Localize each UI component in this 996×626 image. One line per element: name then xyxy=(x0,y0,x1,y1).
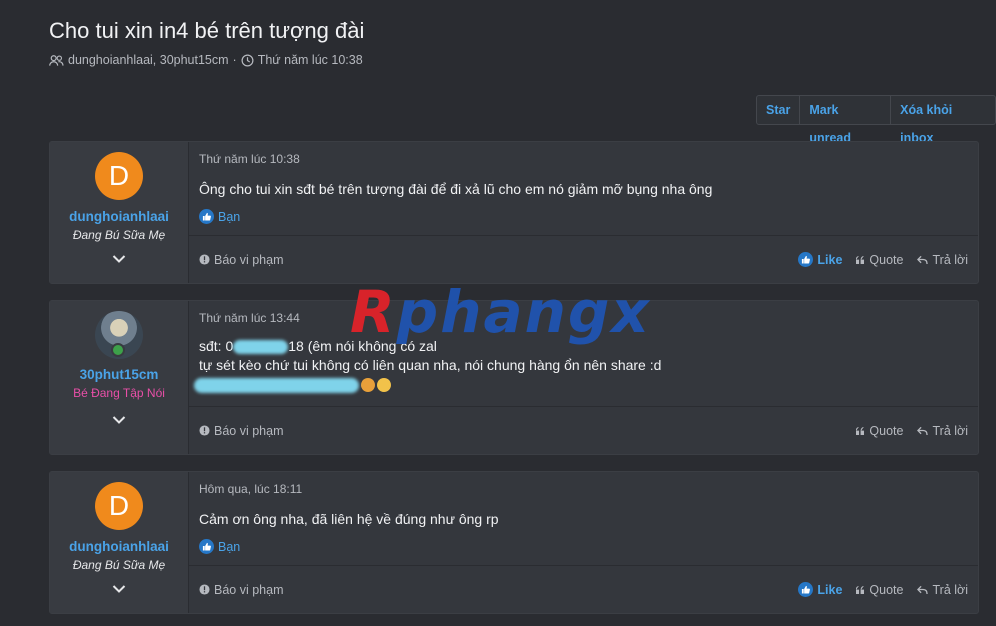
alert-icon xyxy=(199,584,210,595)
message-line-suffix: 18 (êm nói không có zal xyxy=(288,338,437,354)
avatar[interactable] xyxy=(95,311,143,359)
message-text: Ông cho tui xin sđt bé trên tượng đài để… xyxy=(199,181,713,197)
user-title: Đang Bú Sữa Mẹ xyxy=(72,558,166,572)
quote-icon xyxy=(856,426,865,435)
reaction-users[interactable]: Bạn xyxy=(218,210,240,224)
message-footer: Báo vi phạm Like Quote Trả lời xyxy=(189,565,978,613)
message: D dunghoianhlaai Đang Bú Sữa Mẹ Thứ năm … xyxy=(49,141,979,284)
star-button[interactable]: Star xyxy=(757,96,799,124)
thread-actions: Star Mark unread Xóa khỏi inbox xyxy=(756,95,996,145)
avatar[interactable]: D xyxy=(95,482,143,530)
reply-button[interactable]: Trả lời xyxy=(917,424,968,438)
message-footer: Báo vi phạm Like Quote Trả lời xyxy=(189,235,978,283)
like-button[interactable]: Like xyxy=(798,582,842,597)
like-icon xyxy=(798,252,814,267)
clock-icon xyxy=(241,54,254,66)
alert-icon xyxy=(199,254,210,265)
message-date[interactable]: Thứ năm lúc 10:38 xyxy=(199,152,968,166)
avatar[interactable]: D xyxy=(95,152,143,200)
like-label[interactable]: Like xyxy=(817,253,842,267)
username[interactable]: 30phut15cm xyxy=(80,367,159,382)
reaction-bar[interactable]: Bạn xyxy=(199,209,968,224)
reaction-bar[interactable]: Bạn xyxy=(199,539,968,554)
message-date[interactable]: Hôm qua, lúc 18:11 xyxy=(199,482,968,496)
quote-label[interactable]: Quote xyxy=(869,253,903,267)
report-link[interactable]: Báo vi phạm xyxy=(199,583,283,597)
report-link[interactable]: Báo vi phạm xyxy=(199,424,283,438)
message-footer: Báo vi phạm Quote Trả lời xyxy=(189,406,978,454)
quote-button[interactable]: Quote xyxy=(856,583,903,597)
chevron-down-icon[interactable] xyxy=(112,254,126,264)
quote-icon xyxy=(856,255,865,264)
quote-button[interactable]: Quote xyxy=(856,253,903,267)
emoji-icon xyxy=(361,378,375,393)
username[interactable]: dunghoianhlaai xyxy=(69,539,169,554)
thread-date: Thứ năm lúc 10:38 xyxy=(257,53,363,67)
users-icon xyxy=(49,54,64,66)
like-button[interactable]: Like xyxy=(798,252,842,267)
report-label[interactable]: Báo vi phạm xyxy=(214,253,283,267)
reply-label[interactable]: Trả lời xyxy=(932,424,968,438)
message-user: D dunghoianhlaai Đang Bú Sữa Mẹ xyxy=(50,472,189,613)
like-icon xyxy=(798,582,814,597)
like-label[interactable]: Like xyxy=(817,583,842,597)
message-user: D dunghoianhlaai Đang Bú Sữa Mẹ xyxy=(50,142,189,283)
thread-participants: dunghoianhlaai, 30phut15cm xyxy=(68,53,229,67)
message: D dunghoianhlaai Đang Bú Sữa Mẹ Hôm qua,… xyxy=(49,471,979,614)
message-line-prefix: sđt: 0 xyxy=(199,338,234,354)
thread-meta: dunghoianhlaai, 30phut15cm · Thứ năm lúc… xyxy=(49,53,363,67)
chevron-down-icon[interactable] xyxy=(112,584,126,594)
alert-icon xyxy=(199,425,210,436)
emoji-icon xyxy=(377,378,391,393)
message-line: tự sét kèo chứ tui không có liên quan nh… xyxy=(199,357,662,373)
leave-inbox-button[interactable]: Xóa khỏi inbox xyxy=(890,96,995,145)
message: 30phut15cm Bé Đang Tập Nói Thứ năm lúc 1… xyxy=(49,300,979,455)
reply-button[interactable]: Trả lời xyxy=(917,583,968,597)
quote-label[interactable]: Quote xyxy=(869,424,903,438)
quote-button[interactable]: Quote xyxy=(856,424,903,438)
quote-icon xyxy=(856,585,865,594)
quote-label[interactable]: Quote xyxy=(869,583,903,597)
meta-separator: · xyxy=(232,53,237,67)
username[interactable]: dunghoianhlaai xyxy=(69,209,169,224)
like-reaction-icon xyxy=(199,539,214,554)
message-date[interactable]: Thứ năm lúc 13:44 xyxy=(199,311,968,325)
online-status-icon xyxy=(111,343,125,357)
chevron-down-icon[interactable] xyxy=(112,415,126,425)
redaction-mark xyxy=(194,377,359,393)
like-reaction-icon xyxy=(199,209,214,224)
message-text: Cảm ơn ông nha, đã liên hệ về đúng như ô… xyxy=(199,511,499,527)
report-label[interactable]: Báo vi phạm xyxy=(214,424,283,438)
report-link[interactable]: Báo vi phạm xyxy=(199,253,283,267)
page-title: Cho tui xin in4 bé trên tượng đài xyxy=(49,18,365,43)
message-user: 30phut15cm Bé Đang Tập Nói xyxy=(50,301,189,454)
report-label[interactable]: Báo vi phạm xyxy=(214,583,283,597)
reply-icon xyxy=(917,426,929,435)
user-title: Đang Bú Sữa Mẹ xyxy=(72,228,166,242)
user-title: Bé Đang Tập Nói xyxy=(73,386,165,400)
mark-unread-button[interactable]: Mark unread xyxy=(799,96,890,145)
message-text: sđt: 0 18 (êm nói không có zal tự sét kèo… xyxy=(194,337,968,394)
reaction-users[interactable]: Bạn xyxy=(218,540,240,554)
reply-icon xyxy=(917,585,929,594)
reply-label[interactable]: Trả lời xyxy=(932,253,968,267)
reply-button[interactable]: Trả lời xyxy=(917,253,968,267)
redaction-mark xyxy=(233,340,289,355)
reply-label[interactable]: Trả lời xyxy=(932,583,968,597)
reply-icon xyxy=(917,255,929,264)
